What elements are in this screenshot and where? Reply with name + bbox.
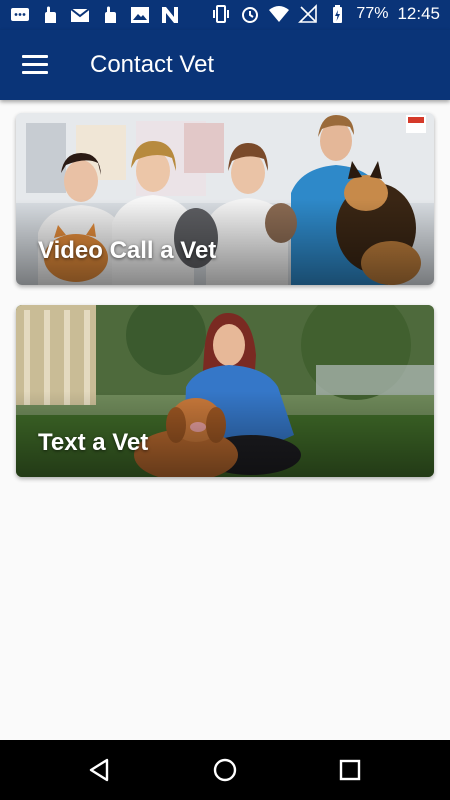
n-icon: [162, 7, 178, 23]
status-bar: 77% 12:45: [0, 0, 450, 30]
app-bar: Contact Vet: [0, 30, 450, 100]
notification-icons: [10, 5, 180, 25]
image-icon: [131, 7, 149, 23]
battery-icon: [333, 5, 343, 23]
home-icon[interactable]: [211, 756, 239, 784]
text-vet-card[interactable]: Text a Vet: [16, 305, 434, 477]
system-icons: 77% 12:45: [211, 4, 440, 24]
vibrate-icon: [213, 5, 230, 23]
gmail-icon: [70, 8, 90, 22]
back-icon[interactable]: [86, 756, 114, 784]
wifi-icon: [269, 6, 290, 22]
chat-icon: [11, 8, 29, 21]
video-call-vet-card[interactable]: Video Call a Vet: [16, 113, 434, 285]
menu-icon[interactable]: [22, 55, 48, 75]
hand-icon: [105, 6, 116, 23]
card-label: Text a Vet: [38, 429, 149, 456]
alarm-icon: [242, 7, 259, 23]
recents-icon[interactable]: [336, 756, 364, 784]
page-title: Contact Vet: [90, 51, 215, 78]
clock: 12:45: [397, 4, 440, 23]
battery-percent: 77%: [356, 5, 389, 22]
signal-icon: [298, 4, 318, 23]
hand-icon: [45, 6, 56, 23]
card-label: Video Call a Vet: [38, 237, 217, 264]
system-nav-bar: [0, 740, 450, 800]
